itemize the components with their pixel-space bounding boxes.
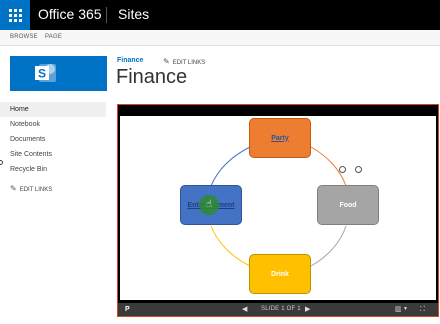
nav-item-documents[interactable]: Documents bbox=[0, 132, 106, 147]
hand-cursor-icon: ☝ bbox=[206, 199, 213, 210]
node-party-label[interactable]: Party bbox=[271, 135, 289, 142]
office365-brand-link[interactable]: Office 365 bbox=[38, 6, 102, 22]
edit-links-top[interactable]: ✎ EDIT LINKS bbox=[163, 57, 205, 66]
slide-counter: SLIDE 1 OF 1 bbox=[261, 306, 301, 312]
layout-icon[interactable]: ▥ bbox=[395, 303, 402, 316]
waffle-icon bbox=[9, 9, 22, 22]
slide-canvas[interactable]: Party Food Drink Entertainment ☝ bbox=[120, 116, 436, 300]
powerpoint-viewer: Party Food Drink Entertainment ☝ P ◀ SLI… bbox=[117, 104, 439, 317]
nav-item-home[interactable]: Home bbox=[0, 102, 106, 117]
edit-links-label: EDIT LINKS bbox=[19, 187, 53, 193]
sharepoint-logo-icon: S bbox=[35, 64, 56, 82]
node-drink[interactable]: Drink bbox=[249, 254, 311, 294]
nav-item-notebook[interactable]: Notebook bbox=[0, 117, 106, 132]
nav-item-recycle-bin[interactable]: Recycle Bin bbox=[0, 162, 106, 177]
ribbon-tab-page[interactable]: PAGE bbox=[45, 34, 62, 40]
sites-link[interactable]: Sites bbox=[118, 6, 149, 22]
quick-launch: Home Notebook Documents Site Contents Re… bbox=[0, 102, 106, 177]
nav-item-site-contents[interactable]: Site Contents bbox=[0, 147, 106, 162]
prev-slide-button[interactable]: ◀ bbox=[242, 303, 247, 316]
viewer-footer: P ◀ SLIDE 1 OF 1 ▶ ▥ ▼ ⛶ bbox=[118, 303, 438, 316]
suite-bar: Office 365 Sites bbox=[0, 0, 440, 30]
page-title: Finance bbox=[116, 66, 188, 88]
app-launcher-button[interactable] bbox=[0, 0, 30, 30]
handle-circle bbox=[355, 166, 362, 173]
suite-divider bbox=[106, 7, 107, 23]
ribbon-tab-browse[interactable]: BROWSE bbox=[10, 34, 38, 40]
node-food-label: Food bbox=[339, 201, 357, 209]
breadcrumb[interactable]: Finance bbox=[117, 57, 143, 64]
ribbon-bar: BROWSE PAGE bbox=[0, 30, 440, 46]
dropdown-arrow-icon[interactable]: ▼ bbox=[403, 303, 408, 316]
edit-links-nav[interactable]: ✎ EDIT LINKS bbox=[10, 184, 52, 193]
fullscreen-icon[interactable]: ⛶ bbox=[420, 303, 425, 316]
powerpoint-icon[interactable]: P bbox=[125, 303, 130, 316]
handle-circle bbox=[339, 166, 346, 173]
pencil-icon: ✎ bbox=[10, 184, 17, 193]
next-slide-button[interactable]: ▶ bbox=[305, 303, 310, 316]
pencil-icon: ✎ bbox=[163, 57, 170, 66]
node-drink-label: Drink bbox=[271, 270, 289, 278]
node-food[interactable]: Food bbox=[317, 185, 379, 225]
site-logo[interactable]: S bbox=[10, 56, 107, 91]
node-party[interactable]: Party bbox=[249, 118, 311, 158]
svg-text:S: S bbox=[38, 67, 46, 81]
